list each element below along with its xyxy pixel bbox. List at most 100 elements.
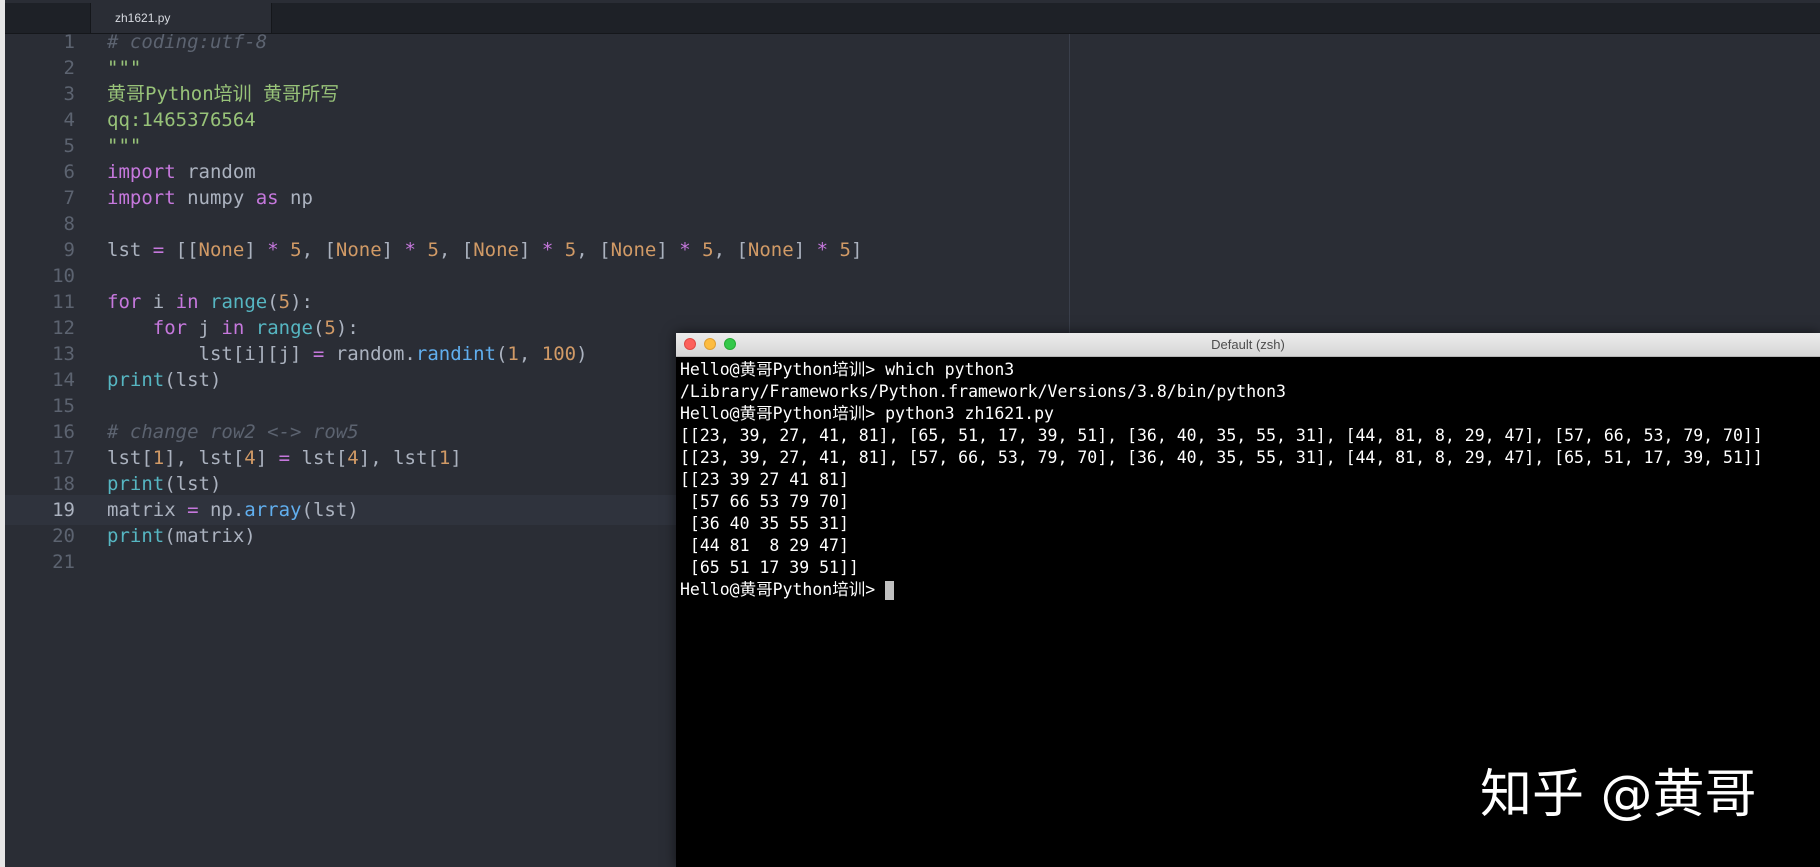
code-token: lst [107, 239, 153, 261]
code-token: 100 [541, 343, 577, 365]
code-token: ( [267, 291, 279, 313]
code-token: random [175, 161, 256, 183]
code-token: 黄哥Python培训 黄哥所写 [107, 83, 340, 105]
code-token: * [816, 239, 829, 261]
code-token: 1 [152, 447, 165, 469]
code-token: i [141, 291, 176, 313]
code-token: 5 [278, 291, 291, 313]
code-token: for [107, 291, 142, 313]
code-token: ] [519, 239, 542, 261]
code-token: lst[ [290, 447, 348, 469]
code-token: 5 [839, 239, 851, 261]
code-token: 1 [507, 343, 519, 365]
code-token: randint [415, 343, 496, 365]
code-token: # coding:utf-8 [107, 31, 268, 53]
code-token: ] [244, 239, 268, 261]
code-token: # change row2 <-> row5 [107, 421, 359, 443]
code-token: , [ [576, 239, 611, 261]
code-token: ( [495, 343, 508, 365]
code-token: (lst) [301, 499, 359, 521]
tab-label: zh1621.py [115, 11, 171, 25]
code-token: print [107, 369, 165, 391]
code-line[interactable]: lst = [[None] * 5, [None] * 5, [None] * … [107, 235, 862, 265]
code-token: = [152, 239, 165, 261]
code-token: qq:1465376564 [107, 109, 256, 131]
code-token: in [221, 317, 245, 339]
watermark: 知乎 @黄哥 [1480, 765, 1757, 825]
line-number: 21 [52, 551, 75, 573]
code-token: array [244, 499, 302, 521]
code-line[interactable]: print(matrix) [107, 521, 256, 551]
code-token: 5 [702, 239, 714, 261]
code-line[interactable]: import numpy as np [107, 183, 313, 213]
line-number-gutter: 1 2 3 4 5 6 7 8 9 10 11 12 13 14 15 16 17 18 19 20 21 [5, 31, 85, 867]
code-token: [[ [164, 239, 199, 261]
code-token: 5 [427, 239, 439, 261]
code-token: ): [290, 291, 313, 313]
terminal-line: [[23 39 27 41 81] [680, 470, 849, 489]
code-token: ] [450, 447, 462, 469]
terminal-line: [44 81 8 29 47] [680, 536, 849, 555]
code-token: ] [381, 239, 405, 261]
code-line[interactable]: print(lst) [107, 365, 221, 395]
code-token: , [ [713, 239, 748, 261]
code-token: (matrix) [164, 525, 256, 547]
code-token: (lst) [164, 473, 222, 495]
code-token: , [ [438, 239, 474, 261]
code-token: range [210, 291, 268, 313]
code-token: range [255, 317, 313, 339]
code-token: None [610, 239, 657, 261]
code-token: ] [850, 239, 863, 261]
code-token: import [107, 161, 176, 183]
code-token: , [ [301, 239, 336, 261]
code-token: = [187, 499, 199, 521]
terminal-line: /Library/Frameworks/Python.framework/Ver… [680, 382, 1286, 401]
code-token: None [747, 239, 794, 261]
terminal-cursor [885, 581, 895, 600]
code-token: ] [255, 447, 279, 469]
terminal-line: [[23, 39, 27, 41, 81], [65, 51, 17, 39, … [680, 426, 1763, 445]
code-token: for [152, 317, 188, 339]
code-token: ] [793, 239, 817, 261]
code-token: 5 [564, 239, 577, 261]
terminal-line: [57 66 53 79 70] [680, 492, 849, 511]
code-token: None [335, 239, 382, 261]
code-token: in [175, 291, 199, 313]
terminal-prompt: Hello@黄哥Python培训> [680, 580, 886, 599]
terminal-titlebar[interactable]: Default (zsh) [676, 333, 1820, 357]
code-token: ): [335, 317, 359, 339]
code-token: 4 [244, 447, 256, 469]
code-token: * [404, 239, 416, 261]
code-token: ) [576, 343, 588, 365]
code-token: * [267, 239, 279, 261]
code-token: print [107, 473, 165, 495]
code-token: """ [107, 135, 142, 157]
tab-bar: zh1621.py [5, 3, 1820, 34]
code-token: * [541, 239, 554, 261]
code-token: None [198, 239, 245, 261]
code-token: lst[ [107, 447, 153, 469]
code-token: ( [312, 317, 325, 339]
code-token: j [187, 317, 222, 339]
code-token: numpy [175, 187, 256, 209]
terminal-line: Hello@黄哥Python培训> python3 zh1621.py [680, 404, 1054, 423]
code-token: random. [324, 343, 416, 365]
terminal-output[interactable]: Hello@黄哥Python培训> which python3/Library/… [680, 359, 1816, 601]
code-token: ], lst[ [164, 447, 245, 469]
screen: zh1621.py 1 2 3 4 5 6 7 8 9 10 11 12 13 14 15 16 17 18 19 2… [0, 0, 1820, 867]
terminal-title: Default (zsh) [1211, 337, 1285, 352]
code-token: """ [107, 57, 142, 79]
terminal-line: [36 40 35 55 31] [680, 514, 849, 533]
terminal-line: [[23, 39, 27, 41, 81], [57, 66, 53, 79, … [680, 448, 1763, 467]
terminal-prompt-line[interactable]: Hello@黄哥Python培训> [680, 579, 1816, 601]
code-token: * [679, 239, 691, 261]
terminal-line: Hello@黄哥Python培训> which python3 [680, 360, 1015, 379]
code-token: = [312, 343, 325, 365]
